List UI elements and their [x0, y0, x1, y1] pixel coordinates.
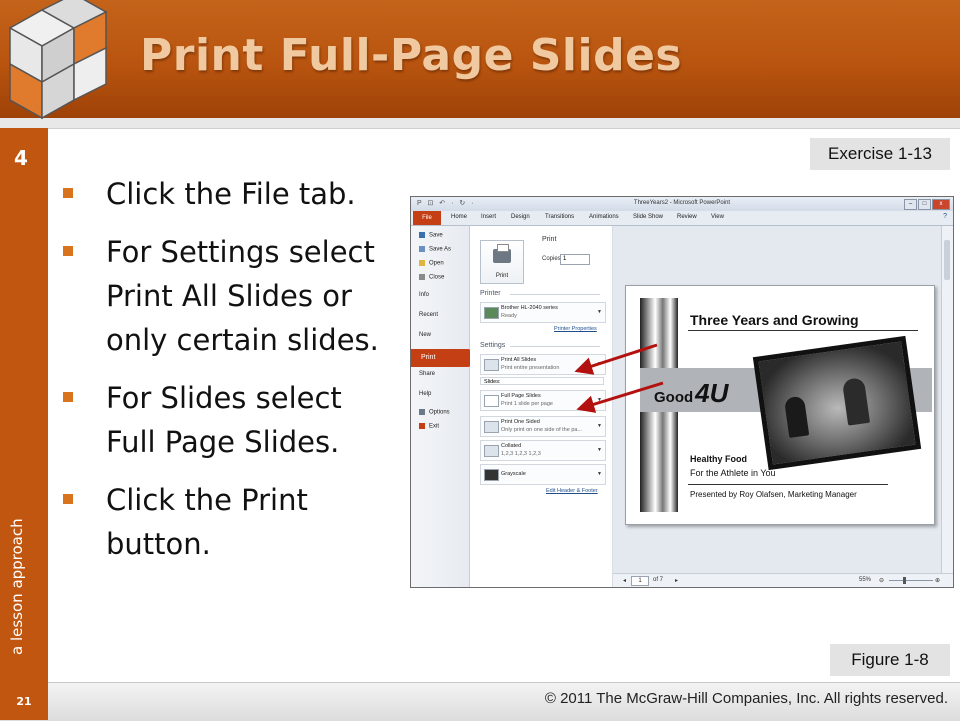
bullet-item: Click the File tab. — [60, 172, 400, 216]
bullet-item: For Slides select Full Page Slides. — [60, 376, 400, 464]
page-number: 21 — [0, 682, 48, 720]
exercise-label: Exercise 1-13 — [810, 138, 950, 170]
figure-label: Figure 1-8 — [830, 644, 950, 676]
bullet-item: Click the Print button. — [60, 478, 400, 566]
powerpoint-screenshot: P ⊡ ↶ · ↻ · ThreeYears2 - Microsoft Powe… — [410, 196, 954, 588]
side-label: a lesson approach — [8, 518, 26, 655]
slide-title: Print Full-Page Slides — [140, 30, 683, 81]
copyright-notice: © 2011 The McGraw-Hill Companies, Inc. A… — [544, 690, 948, 707]
title-strip — [0, 118, 960, 129]
cube-logo-icon — [8, 0, 108, 120]
bullet-item: For Settings select Print All Slides or … — [60, 230, 400, 362]
arrow-to-print-all-slides — [574, 343, 658, 375]
arrow-to-full-page-slides — [576, 381, 664, 413]
callout-arrows — [574, 343, 664, 413]
chapter-number: 4 — [14, 146, 28, 170]
instruction-list: Click the File tab. For Settings select … — [60, 172, 400, 580]
